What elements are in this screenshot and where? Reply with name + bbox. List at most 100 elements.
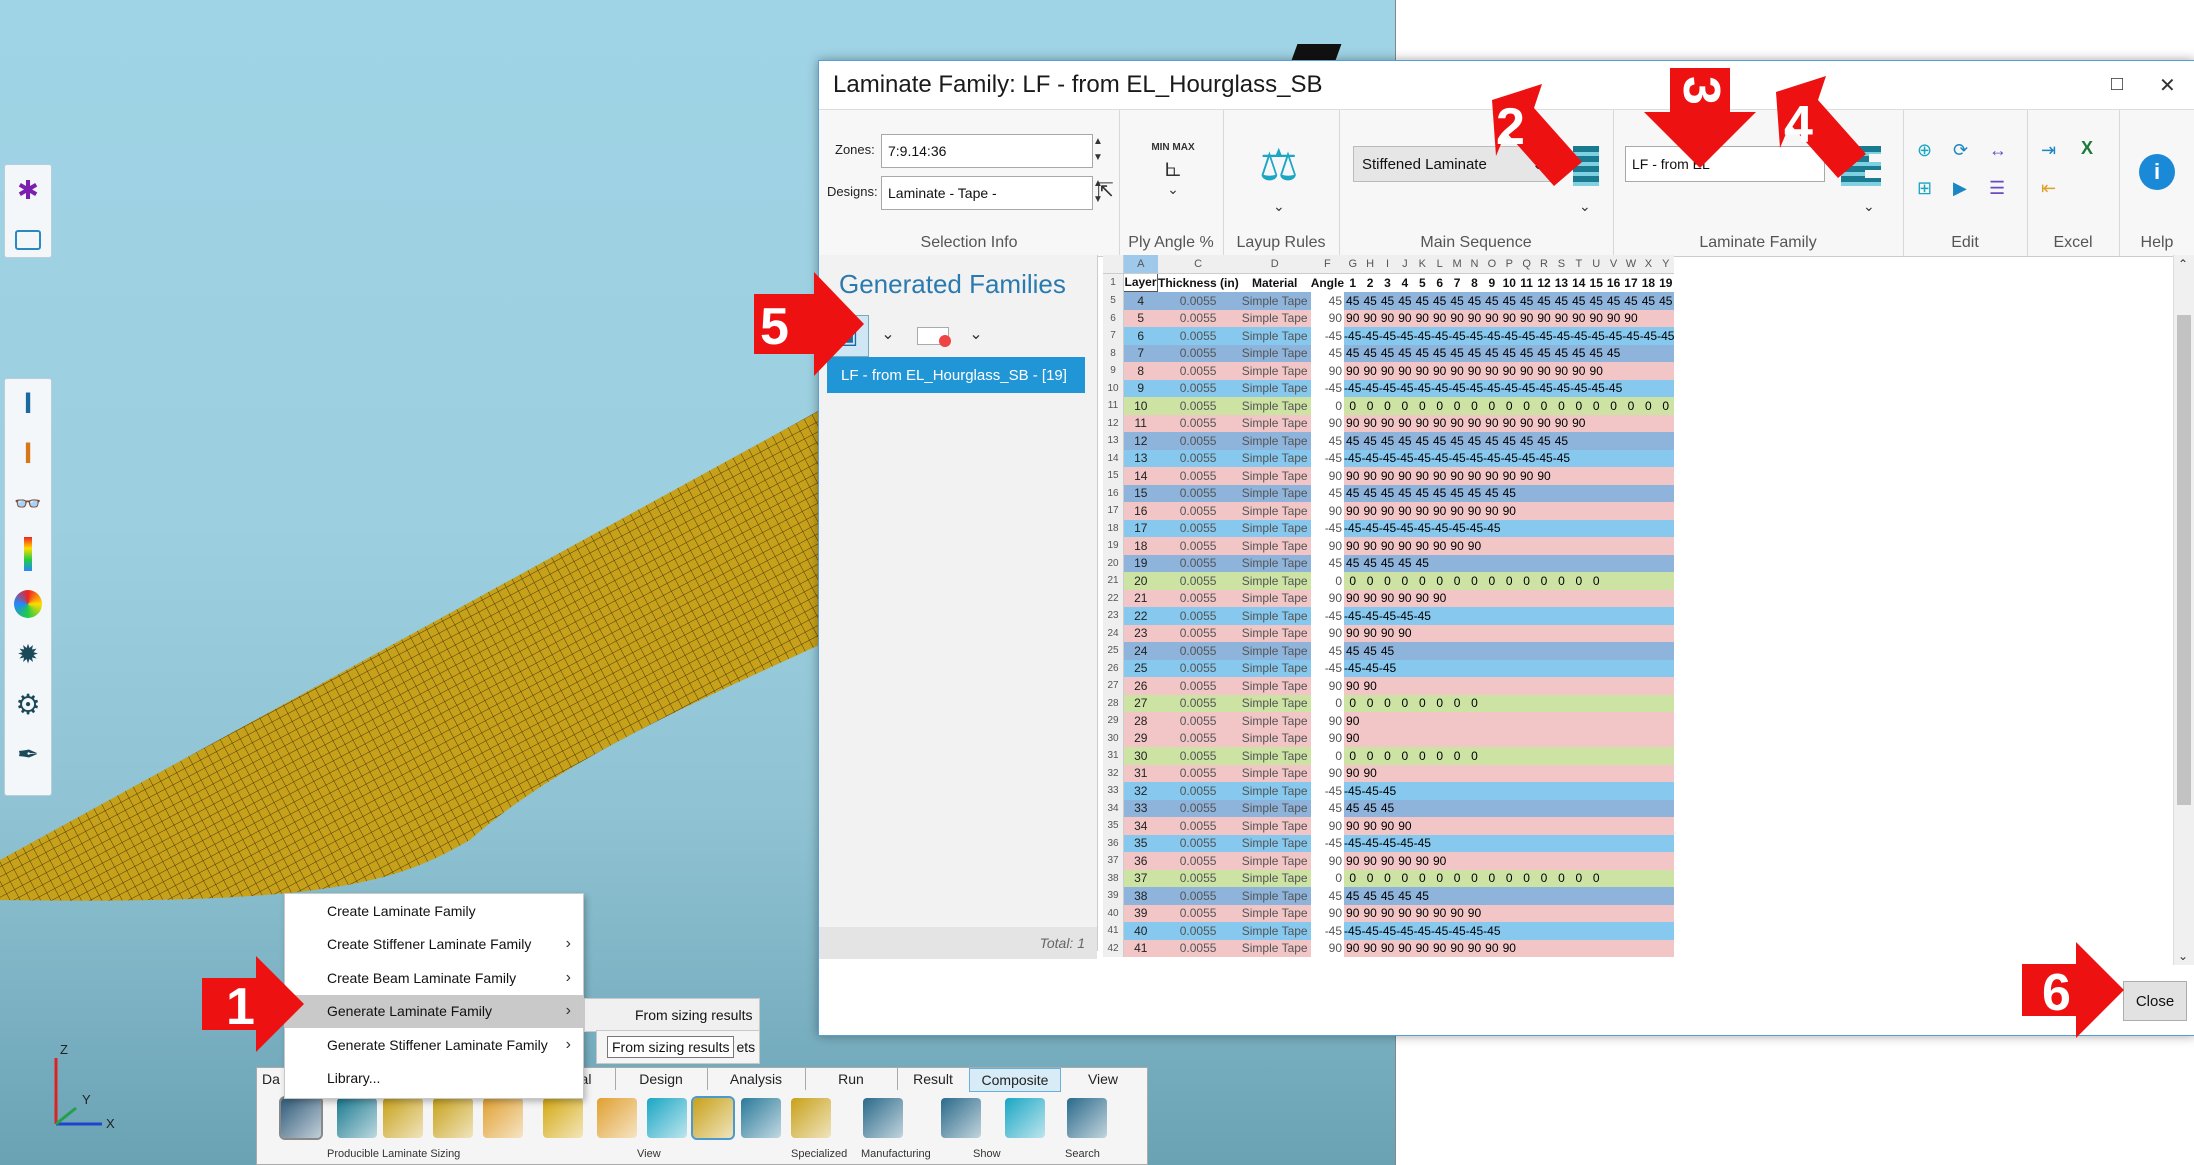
- ribbon-tab[interactable]: Da: [257, 1068, 286, 1090]
- ply-cell[interactable]: [1570, 659, 1588, 677]
- ply-cell[interactable]: 45: [1552, 432, 1571, 450]
- ply-cell[interactable]: 45: [1430, 344, 1449, 362]
- ply-cell[interactable]: 0: [1448, 694, 1466, 712]
- ply-cell[interactable]: 0: [1378, 869, 1397, 887]
- ply-cell[interactable]: 45: [1378, 799, 1397, 817]
- ply-cell[interactable]: -45: [1535, 379, 1553, 397]
- ply-cell[interactable]: [1657, 747, 1675, 765]
- row-number[interactable]: 5: [1103, 291, 1124, 310]
- table-row[interactable]: 23 22 0.0055 Simple Tape -45 -45 -45 -45 -45 -45: [1103, 607, 1675, 625]
- ply-cell[interactable]: [1587, 484, 1605, 502]
- ply-cell[interactable]: [1483, 624, 1501, 642]
- delete-dropdown-button[interactable]: ⌄: [961, 315, 991, 355]
- insert-icon[interactable]: ⊞: [1917, 178, 1932, 199]
- ply-cell[interactable]: [1448, 589, 1466, 607]
- table-row[interactable]: 36 35 0.0055 Simple Tape -45 -45 -45 -45 -45 -45: [1103, 834, 1675, 852]
- ply-cell[interactable]: [1570, 484, 1588, 502]
- ply-cell[interactable]: [1570, 694, 1588, 712]
- ply-cell[interactable]: [1587, 904, 1605, 922]
- ply-cell[interactable]: 90: [1378, 414, 1397, 432]
- ply-cell[interactable]: 45: [1396, 887, 1414, 905]
- ply-cell[interactable]: [1500, 764, 1518, 782]
- ply-cell[interactable]: [1622, 502, 1640, 520]
- thickness-cell[interactable]: 0.0055: [1157, 747, 1239, 765]
- ply-cell[interactable]: 45: [1570, 344, 1588, 362]
- material-cell[interactable]: Simple Tape: [1238, 922, 1311, 940]
- ply-cell[interactable]: [1483, 747, 1501, 765]
- table-row[interactable]: 10 9 0.0055 Simple Tape -45 -45 -45 -45 -45 -45 -4…: [1103, 379, 1675, 397]
- ply-cell[interactable]: [1622, 467, 1640, 485]
- ply-cell[interactable]: [1465, 887, 1484, 905]
- ply-cell[interactable]: 90: [1465, 362, 1484, 380]
- ribbon-tool-icon[interactable]: [1067, 1098, 1107, 1138]
- ply-cell[interactable]: [1604, 939, 1623, 957]
- ribbon-tool-icon[interactable]: [433, 1098, 473, 1138]
- ribbon-tool-icon[interactable]: [383, 1098, 423, 1138]
- ribbon-tool-icon[interactable]: [647, 1098, 687, 1138]
- ply-cell[interactable]: 90: [1378, 624, 1397, 642]
- layer-cell[interactable]: 18: [1123, 537, 1158, 555]
- ply-cell[interactable]: -45: [1483, 449, 1501, 467]
- ply-cell[interactable]: 90: [1413, 309, 1431, 327]
- ply-cell[interactable]: 45: [1500, 291, 1518, 310]
- ply-cell[interactable]: 0: [1465, 694, 1484, 712]
- angle-cell[interactable]: -45: [1310, 782, 1345, 800]
- ply-cell[interactable]: [1517, 764, 1536, 782]
- zones-field[interactable]: 7:9.14:36: [881, 134, 1093, 168]
- angle-cell[interactable]: 0: [1310, 747, 1345, 765]
- ply-cell[interactable]: [1622, 589, 1640, 607]
- ply-cell[interactable]: [1657, 554, 1675, 572]
- angle-cell[interactable]: 45: [1310, 484, 1345, 502]
- ply-cell[interactable]: [1552, 782, 1571, 800]
- ply-cell[interactable]: [1500, 519, 1518, 537]
- ply-cell[interactable]: [1517, 519, 1536, 537]
- ply-cell[interactable]: 45: [1361, 642, 1379, 660]
- ply-cell[interactable]: [1552, 624, 1571, 642]
- ply-cell[interactable]: 45: [1396, 291, 1414, 310]
- ply-cell[interactable]: 45: [1448, 291, 1466, 310]
- ply-cell[interactable]: 0: [1396, 869, 1414, 887]
- ply-cell[interactable]: [1570, 589, 1588, 607]
- ply-cell[interactable]: [1587, 817, 1605, 835]
- ply-cell[interactable]: -45: [1430, 922, 1449, 940]
- ply-cell[interactable]: -45: [1535, 449, 1553, 467]
- ply-cell[interactable]: 45: [1378, 432, 1397, 450]
- ribbon-tool-icon[interactable]: [863, 1098, 903, 1138]
- ply-cell[interactable]: [1361, 729, 1379, 747]
- ply-cell[interactable]: 0: [1361, 869, 1379, 887]
- ply-cell[interactable]: [1483, 607, 1501, 625]
- ply-cell[interactable]: -45: [1465, 379, 1484, 397]
- column-letter[interactable]: U: [1587, 255, 1605, 274]
- ply-cell[interactable]: [1639, 887, 1658, 905]
- ply-cell[interactable]: 0: [1378, 572, 1397, 590]
- column-letter[interactable]: Y: [1657, 255, 1675, 274]
- ply-cell[interactable]: [1448, 607, 1466, 625]
- ply-cell[interactable]: 90: [1413, 852, 1431, 870]
- ply-cell[interactable]: [1587, 764, 1605, 782]
- ply-cell[interactable]: [1570, 712, 1588, 730]
- ply-cell[interactable]: [1657, 677, 1675, 695]
- ply-cell[interactable]: 90: [1396, 467, 1414, 485]
- ply-cell[interactable]: [1552, 764, 1571, 782]
- ply-cell[interactable]: -45: [1378, 922, 1397, 940]
- layer-cell[interactable]: 17: [1123, 519, 1158, 537]
- ply-cell[interactable]: 0: [1396, 747, 1414, 765]
- ply-cell[interactable]: [1657, 642, 1675, 660]
- ply-cell[interactable]: [1483, 852, 1501, 870]
- ply-cell[interactable]: 45: [1396, 554, 1414, 572]
- ply-cell[interactable]: [1587, 729, 1605, 747]
- ply-cell[interactable]: [1639, 799, 1658, 817]
- ply-cell[interactable]: [1587, 799, 1605, 817]
- ply-cell[interactable]: [1604, 624, 1623, 642]
- ply-cell[interactable]: [1622, 904, 1640, 922]
- table-row[interactable]: 38 37 0.0055 Simple Tape 0 0 0 0 0 0 0 0 0 0 0 0 0 0 0 0: [1103, 869, 1675, 887]
- table-row[interactable]: 28 27 0.0055 Simple Tape 0 0 0 0 0 0 0 0 0: [1103, 694, 1675, 712]
- ply-cell[interactable]: -45: [1657, 327, 1675, 345]
- ply-cell[interactable]: -45: [1378, 834, 1397, 852]
- table-row[interactable]: 11 10 0.0055 Simple Tape 0 0 0 0 0 0 0 0 0 0 0 0 0 0 0 0 0 0 0…: [1103, 397, 1675, 415]
- material-cell[interactable]: Simple Tape: [1238, 712, 1311, 730]
- ply-cell[interactable]: [1657, 362, 1675, 380]
- ply-cell[interactable]: [1413, 712, 1431, 730]
- ply-cell[interactable]: 90: [1413, 502, 1431, 520]
- ply-cell[interactable]: [1552, 694, 1571, 712]
